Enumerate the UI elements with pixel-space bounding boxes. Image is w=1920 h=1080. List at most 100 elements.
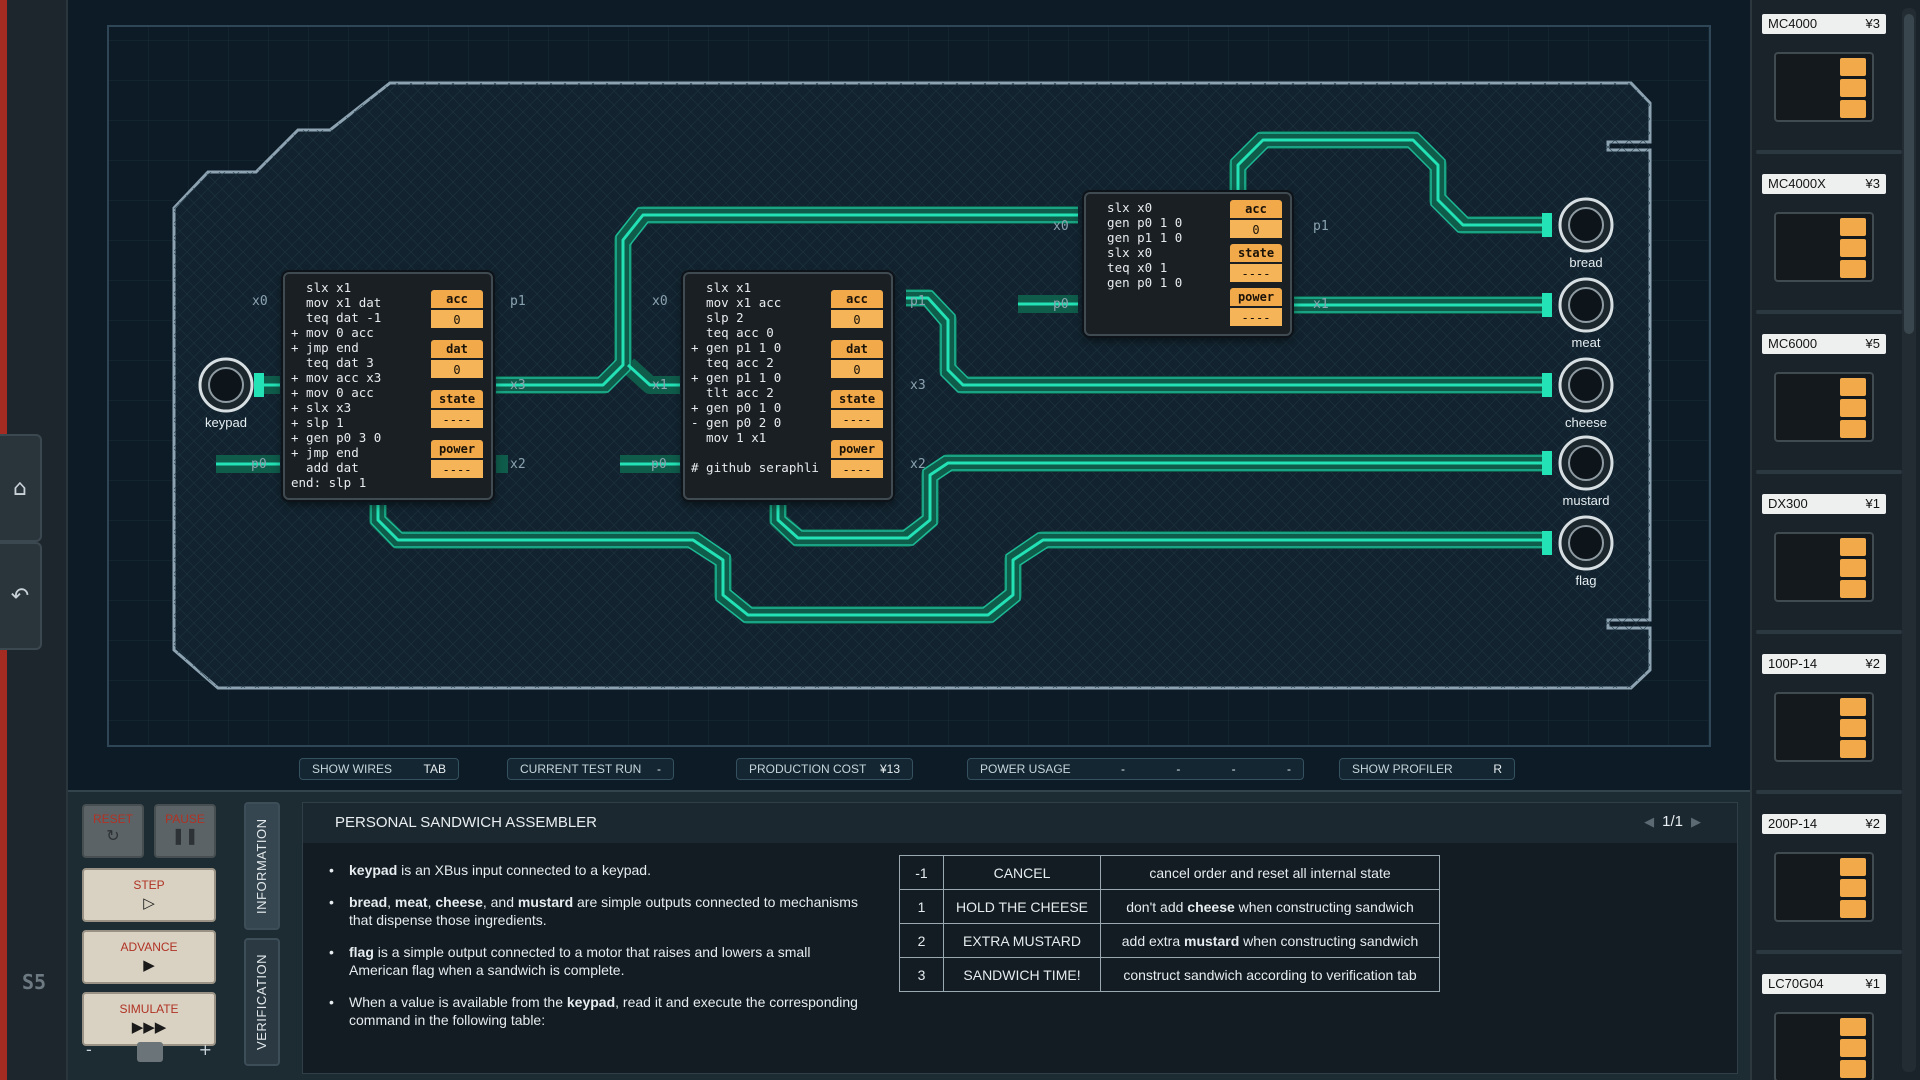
step-button[interactable]: STEP ▷	[82, 868, 216, 922]
simulate-icon: ▶▶▶	[131, 1019, 167, 1036]
part-name-label: 100P-14 ¥2	[1762, 654, 1886, 674]
palette-scroll-thumb[interactable]	[1904, 14, 1914, 334]
reset-icon: ↻	[106, 828, 120, 845]
puzzle-title: PERSONAL SANDWICH ASSEMBLER	[335, 814, 598, 831]
palette-part-mc6000[interactable]: MC6000 ¥5	[1762, 334, 1886, 442]
game-logo: S5	[22, 970, 47, 994]
spec-bullet-3: flag is a simple output connected to a m…	[327, 943, 867, 979]
left-sidebar: ⌂ ↶ S5	[0, 0, 68, 1080]
command-code: 1	[899, 889, 944, 924]
command-row: 2 EXTRA MUSTARD add extra mustard when con…	[899, 923, 1440, 958]
page-indicator: ◀ 1/1 ▶	[1644, 813, 1701, 830]
prev-page-icon[interactable]: ◀	[1644, 814, 1654, 829]
palette-part-dx300[interactable]: DX300 ¥1	[1762, 494, 1886, 602]
advance-button[interactable]: ADVANCE ▶	[82, 930, 216, 984]
show-profiler-toggle[interactable]: SHOW PROFILER R	[1339, 758, 1515, 780]
tab-information[interactable]: INFORMATION	[244, 802, 280, 930]
command-name: HOLD THE CHEESE	[943, 889, 1101, 924]
part-name-label: MC4000 ¥3	[1762, 14, 1886, 34]
chip-1-state-register: state ----	[431, 390, 483, 428]
chip-1-code[interactable]: slx x1 mov x1 dat teq dat -1 + mov 0 acc…	[291, 280, 381, 490]
part-name-label: LC70G04 ¥1	[1762, 974, 1886, 994]
advance-icon: ▶	[143, 957, 155, 974]
keypad-label: keypad	[205, 415, 247, 430]
svg-text:p0: p0	[651, 457, 667, 472]
chip-1-acc-register: acc 0	[431, 290, 483, 328]
info-header: PERSONAL SANDWICH ASSEMBLER ◀ 1/1 ▶	[303, 803, 1737, 843]
svg-text:x0: x0	[652, 294, 668, 309]
simulate-button[interactable]: SIMULATE ▶▶▶	[82, 992, 216, 1046]
svg-text:p0: p0	[251, 457, 267, 472]
palette-part-mc4000x[interactable]: MC4000X ¥3	[1762, 174, 1886, 282]
part-name-label: MC6000 ¥5	[1762, 334, 1886, 354]
svg-text:x3: x3	[510, 378, 526, 393]
part-preview[interactable]	[1774, 692, 1874, 762]
command-row: -1 CANCEL cancel order and reset all inter…	[899, 855, 1440, 890]
part-preview[interactable]	[1774, 372, 1874, 442]
home-icon: ⌂	[13, 475, 27, 501]
svg-text:x1: x1	[1313, 297, 1329, 312]
part-preview[interactable]	[1774, 532, 1874, 602]
chip-1-dat-register: dat 0	[431, 340, 483, 378]
home-button[interactable]: ⌂	[0, 434, 42, 542]
part-preview[interactable]	[1774, 1012, 1874, 1080]
chip-2-code[interactable]: slx x1 mov x1 acc slp 2 teq acc 0 + gen …	[691, 280, 819, 475]
palette-separator	[1756, 790, 1902, 794]
part-preview[interactable]	[1774, 852, 1874, 922]
speed-knob[interactable]	[137, 1042, 163, 1062]
speed-plus[interactable]: +	[199, 1040, 212, 1059]
reset-button[interactable]: RESET ↻	[82, 804, 144, 858]
svg-text:x3: x3	[910, 378, 926, 393]
undo-button[interactable]: ↶	[0, 542, 42, 650]
palette-part-mc4000[interactable]: MC4000 ¥3	[1762, 14, 1886, 122]
stats-bar: SHOW WIRES TAB CURRENT TEST RUN - PRODUCTI…	[68, 758, 1750, 780]
palette-separator	[1756, 470, 1902, 474]
speed-slider[interactable]: - +	[82, 1040, 216, 1066]
palette-part-100p-14[interactable]: 100P-14 ¥2	[1762, 654, 1886, 762]
svg-text:p1: p1	[510, 294, 526, 309]
command-code: -1	[899, 855, 944, 890]
svg-text:x2: x2	[510, 457, 526, 472]
part-preview[interactable]	[1774, 212, 1874, 282]
spec-bullets: keypad is an XBus input connected to a k…	[327, 861, 867, 1043]
part-name-label: DX300 ¥1	[1762, 494, 1886, 514]
palette-separator	[1756, 950, 1902, 954]
command-name: CANCEL	[943, 855, 1101, 890]
svg-text:p1: p1	[1313, 219, 1329, 234]
palette-part-200p-14[interactable]: 200P-14 ¥2	[1762, 814, 1886, 922]
pause-button[interactable]: PAUSE ❚❚	[154, 804, 216, 858]
output-label-mustard: mustard	[1563, 493, 1610, 508]
part-preview[interactable]	[1774, 52, 1874, 122]
spec-bullet-2: bread, meat, cheese, and mustard are sim…	[327, 893, 867, 929]
command-description: add extra mustard when constructing sand…	[1100, 923, 1440, 958]
svg-text:x1: x1	[652, 378, 668, 393]
chip-3-code[interactable]: slx x0 gen p0 1 0 gen p1 1 0 slx x0 teq …	[1092, 200, 1182, 290]
palette-scrollbar[interactable]	[1902, 8, 1916, 1072]
palette-part-lc70g04[interactable]: LC70G04 ¥1	[1762, 974, 1886, 1080]
circuit-board-area[interactable]: keypad bread meat cheese mustard flag x0 p1 …	[68, 0, 1750, 790]
chip-2-dat-register: dat 0	[831, 340, 883, 378]
pause-icon: ❚❚	[171, 828, 199, 845]
chip-mc6000-2[interactable]: slx x1 mov x1 acc slp 2 teq acc 0 + gen …	[683, 272, 893, 500]
spec-bullet-4: When a value is available from the keypa…	[327, 993, 867, 1029]
command-table: -1 CANCEL cancel order and reset all inter…	[899, 855, 1440, 992]
svg-text:p1: p1	[910, 294, 926, 309]
palette-separator	[1756, 630, 1902, 634]
chip-3-state-register: state ----	[1230, 244, 1282, 282]
output-label-bread: bread	[1569, 255, 1602, 270]
chip-mc6000-1[interactable]: slx x1 mov x1 dat teq dat -1 + mov 0 acc…	[283, 272, 493, 500]
chip-2-state-register: state ----	[831, 390, 883, 428]
command-description: don't add cheese when constructing sandw…	[1100, 889, 1440, 924]
svg-text:p0: p0	[1053, 297, 1069, 312]
palette-separator	[1756, 310, 1902, 314]
undo-icon: ↶	[10, 583, 30, 609]
bottom-panel: RESET ↻ PAUSE ❚❚ STEP ▷ ADVANCE ▶ SIMULATE ▶▶…	[68, 790, 1750, 1080]
command-code: 3	[899, 957, 944, 992]
chip-mc4000x[interactable]: slx x0 gen p0 1 0 gen p1 1 0 slx x0 teq …	[1084, 192, 1292, 336]
speed-minus[interactable]: -	[86, 1040, 92, 1059]
chip-3-acc-register: acc 0	[1230, 200, 1282, 238]
tab-verification[interactable]: VERIFICATION	[244, 938, 280, 1066]
next-page-icon[interactable]: ▶	[1691, 814, 1701, 829]
chip-3-power-register: power ----	[1230, 288, 1282, 326]
show-wires-toggle[interactable]: SHOW WIRES TAB	[299, 758, 459, 780]
